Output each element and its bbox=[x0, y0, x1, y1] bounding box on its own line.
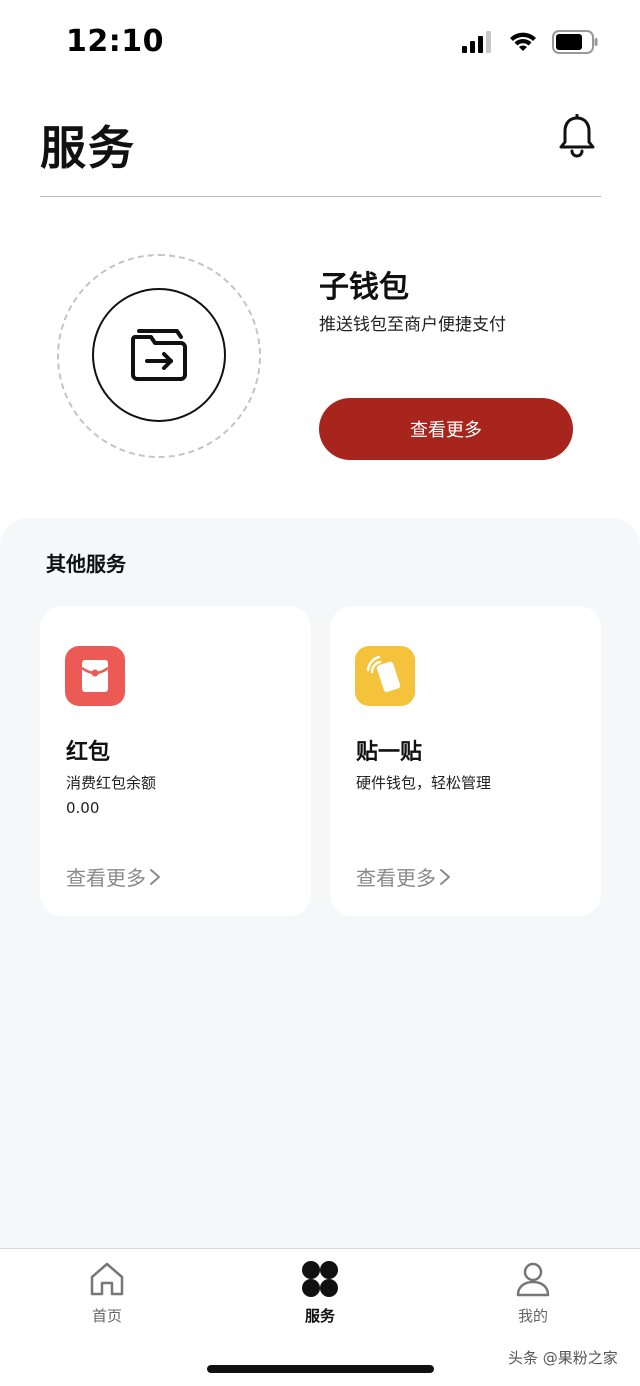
tab-home[interactable]: 首页 bbox=[52, 1259, 162, 1339]
bell-icon[interactable] bbox=[556, 114, 598, 160]
tab-services-label: 服务 bbox=[304, 1307, 335, 1325]
more-link-label: 查看更多 bbox=[66, 866, 146, 890]
tap-card[interactable]: 贴一贴 硬件钱包，轻松管理 查看更多 bbox=[330, 606, 601, 916]
red-packet-card[interactable]: 红包 消费红包余额 0.00 查看更多 bbox=[40, 606, 311, 916]
chevron-right-icon bbox=[150, 868, 160, 885]
page-title: 服务 bbox=[40, 121, 136, 175]
chevron-right-icon bbox=[440, 868, 450, 885]
battery-icon bbox=[552, 30, 598, 54]
red-packet-icon bbox=[65, 646, 125, 706]
other-services-panel: 其他服务 红包 消费红包余额 0.00 查看更多 贴一贴 硬件钱包，轻松管理 查… bbox=[0, 518, 640, 1250]
tab-me[interactable]: 我的 bbox=[478, 1259, 588, 1339]
status-icons bbox=[462, 30, 598, 54]
tap-more-link[interactable]: 查看更多 bbox=[356, 862, 452, 891]
sub-wallet-more-button[interactable]: 查看更多 bbox=[319, 398, 573, 460]
services-screen: 12:10 服务 子钱包 推送钱包至商户便捷支付 查看更多 其他服务 红包 消费… bbox=[0, 0, 640, 1386]
red-packet-balance: 0.00 bbox=[66, 799, 100, 817]
red-packet-description: 消费红包余额 bbox=[66, 774, 157, 792]
home-icon bbox=[90, 1262, 124, 1296]
tab-home-label: 首页 bbox=[91, 1307, 122, 1325]
status-time: 12:10 bbox=[66, 24, 164, 59]
tab-me-label: 我的 bbox=[517, 1307, 548, 1325]
home-indicator bbox=[207, 1365, 434, 1373]
tab-services[interactable]: 服务 bbox=[265, 1259, 375, 1339]
tap-description: 硬件钱包，轻松管理 bbox=[356, 774, 492, 792]
other-services-title: 其他服务 bbox=[46, 552, 126, 576]
sub-wallet-subtitle: 推送钱包至商户便捷支付 bbox=[319, 315, 506, 335]
signal-icon bbox=[462, 31, 491, 53]
sub-wallet-title: 子钱包 bbox=[319, 270, 409, 305]
hero-icon-circle bbox=[92, 288, 226, 422]
tab-bar: 首页 服务 我的 头条 @果粉之家 bbox=[0, 1248, 640, 1386]
status-bar: 12:10 bbox=[0, 0, 640, 86]
wallet-transfer-icon bbox=[131, 329, 187, 381]
watermark: 头条 @果粉之家 bbox=[508, 1349, 618, 1367]
header-divider bbox=[40, 196, 601, 197]
clover-grid-icon bbox=[302, 1261, 338, 1297]
tap-phone-icon bbox=[355, 646, 415, 706]
wifi-icon bbox=[510, 32, 536, 51]
red-packet-title: 红包 bbox=[66, 740, 111, 765]
tap-title: 贴一贴 bbox=[356, 740, 423, 765]
more-link-label: 查看更多 bbox=[356, 866, 436, 890]
red-packet-more-link[interactable]: 查看更多 bbox=[66, 862, 162, 891]
user-icon bbox=[516, 1262, 550, 1297]
